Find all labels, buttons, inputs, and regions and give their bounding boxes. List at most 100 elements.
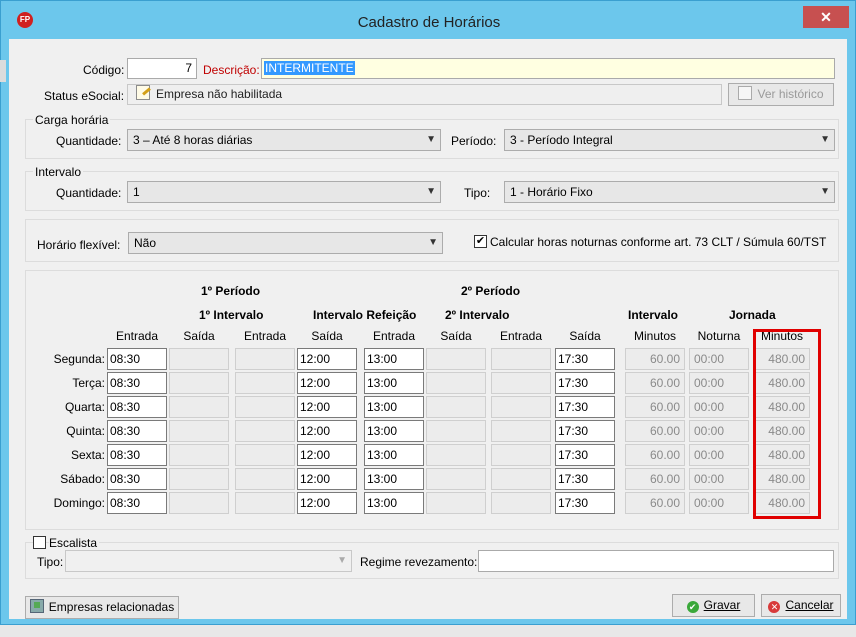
schedule-cell [426,492,486,514]
schedule-cell[interactable]: 17:30 [555,420,615,442]
column-header: Noturna [697,329,741,343]
intervalo-tipo-value: 1 - Horário Fixo [510,185,593,199]
schedule-cell: 60.00 [625,444,685,466]
schedule-cell [169,468,229,490]
carga-quantidade-select[interactable]: 3 – Até 8 horas diárias ▼ [127,129,441,151]
schedule-cell [491,468,551,490]
schedule-cell[interactable]: 17:30 [555,396,615,418]
escalista-label: Escalista [49,536,100,550]
schedule-cell [491,372,551,394]
escala-tipo-select[interactable]: ▼ [65,550,352,572]
schedule-cell[interactable]: 08:30 [107,372,167,394]
schedule-cell[interactable]: 13:00 [364,348,424,370]
column-header: Entrada [372,329,416,343]
header-primeiro-periodo: 1º Período [201,284,261,298]
column-header: Saída [183,329,215,343]
schedule-cell[interactable]: 08:30 [107,396,167,418]
schedule-cell[interactable]: 17:30 [555,372,615,394]
carga-horaria-title: Carga horária [33,113,111,127]
schedule-cell[interactable]: 17:30 [555,492,615,514]
history-icon [738,86,753,100]
intervalo-quantidade-select[interactable]: 1 ▼ [127,181,441,203]
schedule-cell[interactable]: 17:30 [555,348,615,370]
chevron-down-icon: ▼ [820,186,830,197]
schedule-cell[interactable]: 13:00 [364,420,424,442]
highlight-box [753,329,821,519]
day-label: Quarta: [64,400,105,414]
day-label: Sexta: [70,448,105,462]
carga-periodo-select[interactable]: 3 - Período Integral ▼ [504,129,835,151]
schedule-cell [169,420,229,442]
title-bar[interactable]: FP Cadastro de Horários ✕ [1,1,856,39]
horario-flexivel-select[interactable]: Não ▼ [128,232,443,254]
schedule-cell: 60.00 [625,468,685,490]
schedule-cell[interactable]: 17:30 [555,468,615,490]
dialog-window: FP Cadastro de Horários ✕ Código: 7 Desc… [0,0,856,625]
status-esocial-field: Empresa não habilitada [127,84,722,105]
schedule-cell[interactable]: 13:00 [364,372,424,394]
column-header: Minutos [633,329,677,343]
header-segundo-periodo: 2º Período [461,284,521,298]
escala-tipo-label: Tipo: [37,555,64,569]
carga-quantidade-label: Quantidade: [56,134,122,148]
empresas-relacionadas-label: Empresas relacionadas [48,600,175,614]
header-segundo-intervalo: 2º Intervalo [445,308,510,322]
schedule-cell[interactable]: 13:00 [364,492,424,514]
status-esocial-label: Status eSocial: [44,89,125,103]
escalista-checkbox[interactable] [33,536,46,549]
schedule-cell[interactable]: 13:00 [364,396,424,418]
descricao-field[interactable]: INTERMITENTE [261,58,835,79]
gravar-button[interactable]: ✔ Gravar [672,594,755,617]
cancelar-button[interactable]: ✕ Cancelar [761,594,841,617]
schedule-cell[interactable]: 13:00 [364,468,424,490]
schedule-cell: 60.00 [625,492,685,514]
window-title: Cadastro de Horários [357,14,501,31]
carga-periodo-label: Período: [451,134,497,148]
cancel-circle-icon: ✕ [768,601,781,613]
schedule-cell[interactable]: 12:00 [297,444,357,466]
schedule-cell[interactable]: 12:00 [297,420,357,442]
day-label: Domingo: [53,496,105,510]
schedule-cell[interactable]: 08:30 [107,492,167,514]
codigo-field[interactable]: 7 [127,58,197,79]
schedule-cell[interactable]: 12:00 [297,468,357,490]
header-intervalo-refeicao: Intervalo Refeição [313,308,417,322]
horas-noturnas-checkbox[interactable]: ✔ [474,235,487,248]
schedule-cell [235,396,295,418]
schedule-cell[interactable]: 08:30 [107,348,167,370]
schedule-cell[interactable]: 08:30 [107,420,167,442]
schedule-cell[interactable]: 17:30 [555,444,615,466]
intervalo-quantidade-label: Quantidade: [56,186,122,200]
schedule-cell [491,348,551,370]
day-label: Segunda: [53,352,105,366]
intervalo-quantidade-value: 1 [133,185,140,199]
schedule-cell[interactable]: 13:00 [364,444,424,466]
document-pen-icon [136,85,151,100]
column-header: Entrada [115,329,159,343]
close-button[interactable]: ✕ [803,6,849,28]
schedule-cell[interactable]: 12:00 [297,396,357,418]
ver-historico-button[interactable]: Ver histórico [728,83,834,106]
schedule-cell[interactable]: 12:00 [297,372,357,394]
horas-noturnas-label: Calcular horas noturnas conforme art. 73… [490,235,827,249]
schedule-cell: 60.00 [625,420,685,442]
gravar-label: Gravar [703,598,741,612]
regime-revezamento-field[interactable] [478,550,834,572]
chevron-down-icon: ▼ [337,555,347,566]
background-window-edge [0,60,6,82]
schedule-cell: 00:00 [689,444,749,466]
checkmark-icon: ✔ [475,235,486,247]
schedule-cell [235,468,295,490]
schedule-cell[interactable]: 08:30 [107,444,167,466]
chevron-down-icon: ▼ [820,134,830,145]
empresas-relacionadas-button[interactable]: Empresas relacionadas [25,596,179,619]
schedule-cell[interactable]: 08:30 [107,468,167,490]
schedule-cell: 60.00 [625,348,685,370]
intervalo-tipo-label: Tipo: [464,186,491,200]
schedule-cell[interactable]: 12:00 [297,348,357,370]
schedule-cell [235,348,295,370]
schedule-cell [426,348,486,370]
schedule-cell[interactable]: 12:00 [297,492,357,514]
intervalo-tipo-select[interactable]: 1 - Horário Fixo ▼ [504,181,835,203]
schedule-cell: 00:00 [689,420,749,442]
